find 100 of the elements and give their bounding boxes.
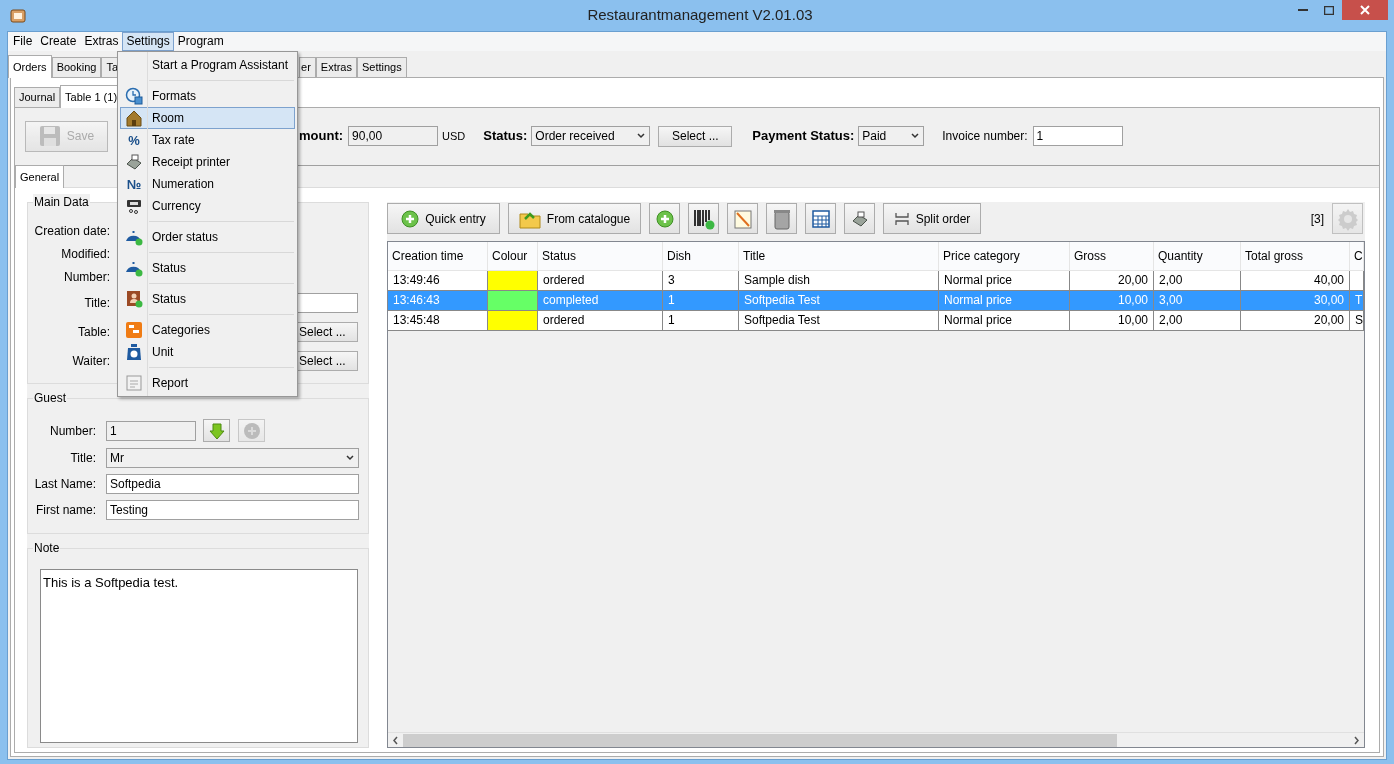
device-icon [125, 197, 143, 215]
text-field[interactable]: Testing [106, 500, 359, 520]
tab[interactable]: Orders [8, 55, 52, 78]
split-icon [893, 210, 910, 227]
horizontal-scrollbar[interactable] [388, 732, 1364, 747]
payment-status-label: Payment Status: [752, 127, 855, 146]
table-cell: Normal price [939, 311, 1070, 330]
plus-icon [655, 209, 674, 228]
form-label: First name: [35, 502, 96, 519]
print-button[interactable] [844, 203, 875, 234]
notepad-button[interactable] [727, 203, 758, 234]
dropdown[interactable]: Paid [858, 126, 925, 146]
column-header[interactable]: Status [538, 242, 663, 270]
table-cell: 10,00 [1070, 311, 1154, 330]
dropdown[interactable]: Order received [531, 126, 651, 146]
select-button[interactable]: Select ... [658, 125, 733, 147]
number-field[interactable]: 1 [106, 420, 196, 441]
menu-bar-item[interactable]: File [9, 32, 37, 51]
select-button[interactable]: Select ... [297, 350, 358, 371]
arrow-down-icon [207, 421, 226, 440]
menu-item[interactable]: Formats [120, 85, 295, 107]
column-header[interactable]: Price category [939, 242, 1070, 270]
notepad-icon [731, 207, 754, 230]
amount-label: mount: [299, 127, 344, 146]
house-icon [125, 109, 143, 127]
quick-entry-button[interactable]: Quick entry [387, 203, 500, 234]
column-header[interactable]: Title [739, 242, 939, 270]
table-cell: 20,00 [1070, 271, 1154, 290]
plus-icon [242, 421, 261, 440]
scrollbar-thumb[interactable] [403, 733, 1117, 747]
status-label: Status: [483, 127, 528, 146]
select-button[interactable]: Select ... [297, 321, 358, 342]
split-order-button[interactable]: Split order [883, 203, 981, 234]
menu-item[interactable]: Status [120, 288, 295, 310]
table-row[interactable]: 13:49:46 ordered 3 Sample dish Normal price 20,00 2,00 40,00 [388, 271, 1364, 291]
tab[interactable]: er [299, 57, 316, 77]
invoice-number-label: Invoice number: [942, 128, 1028, 145]
menu-item[interactable]: % Tax rate [120, 129, 295, 151]
item-count: [3] [1310, 210, 1324, 228]
menu-bar-item[interactable]: Settings [122, 32, 174, 51]
add-button[interactable] [649, 203, 680, 234]
categories-icon [125, 321, 143, 339]
text-field[interactable]: 1 [1032, 126, 1123, 146]
add-button[interactable] [238, 419, 265, 442]
form-label: Title: [69, 450, 96, 467]
text-field[interactable]: Softpedia [106, 474, 359, 494]
minimize-icon [1298, 8, 1308, 12]
tab[interactable]: Booking [51, 57, 102, 77]
note-text-area[interactable]: This is a Softpedia test. [40, 569, 358, 743]
menu-item[interactable]: Categories [120, 319, 295, 341]
menu-item[interactable]: Currency [120, 195, 295, 217]
form-label: Waiter: [71, 352, 110, 370]
menu-item[interactable]: Report [120, 372, 295, 394]
person-card-icon [125, 290, 143, 308]
column-header[interactable]: C [1350, 242, 1364, 270]
column-header[interactable]: Quantity [1154, 242, 1241, 270]
delete-button[interactable] [766, 203, 797, 234]
barcode-button[interactable] [688, 203, 719, 234]
tab[interactable]: Journal [14, 87, 61, 107]
menu-item[interactable]: № Numeration [120, 173, 295, 195]
table-cell: ordered [538, 271, 663, 290]
amount-field[interactable]: 90,00 [348, 126, 439, 146]
text-field[interactable] [297, 292, 358, 313]
table-cell: 40,00 [1241, 271, 1350, 290]
table-row[interactable]: 13:45:48 ordered 1 Softpedia Test Normal price 10,00 2,00 20,00 S [388, 311, 1364, 331]
column-header[interactable]: Total gross [1241, 242, 1350, 270]
printer-icon [850, 209, 869, 228]
menu-item[interactable]: Status [120, 257, 295, 279]
menu-item[interactable]: Order status [120, 226, 295, 248]
import-button[interactable] [203, 419, 230, 442]
from-catalogue-button[interactable]: From catalogue [508, 203, 641, 234]
tab[interactable]: Extras [315, 57, 357, 77]
form-label: Table: [76, 323, 110, 341]
dropdown[interactable]: Mr [106, 448, 359, 468]
tab[interactable]: General [15, 165, 65, 188]
column-header[interactable]: Gross [1070, 242, 1154, 270]
menu-item[interactable]: Receipt printer [120, 151, 295, 173]
table-cell: 1 [663, 311, 739, 330]
form-label: Last Name: [33, 476, 96, 493]
column-header[interactable]: Creation time [388, 242, 488, 270]
menu-bar-item[interactable]: Create [36, 32, 81, 51]
menu-bar-item[interactable]: Extras [80, 32, 123, 51]
table-cell: completed [538, 291, 663, 310]
cloche-icon [125, 259, 143, 277]
close-button[interactable] [1342, 0, 1388, 20]
calculator-button[interactable] [805, 203, 836, 234]
tab[interactable]: Settings [357, 57, 407, 77]
column-header[interactable]: Colour [488, 242, 538, 270]
scale-icon [125, 343, 143, 361]
column-header[interactable]: Dish [663, 242, 739, 270]
form-label: Number: [49, 422, 96, 440]
menu-item[interactable]: Start a Program Assistant [120, 54, 295, 76]
menu-bar-item[interactable]: Program [173, 32, 228, 51]
app-icon [10, 7, 26, 24]
menu-item[interactable]: Room [120, 107, 295, 129]
plus-icon [401, 209, 420, 228]
table-cell: 1 [663, 291, 739, 310]
calculator-icon [811, 209, 830, 228]
menu-item[interactable]: Unit [120, 341, 295, 363]
table-cell: 2,00 [1154, 271, 1241, 290]
